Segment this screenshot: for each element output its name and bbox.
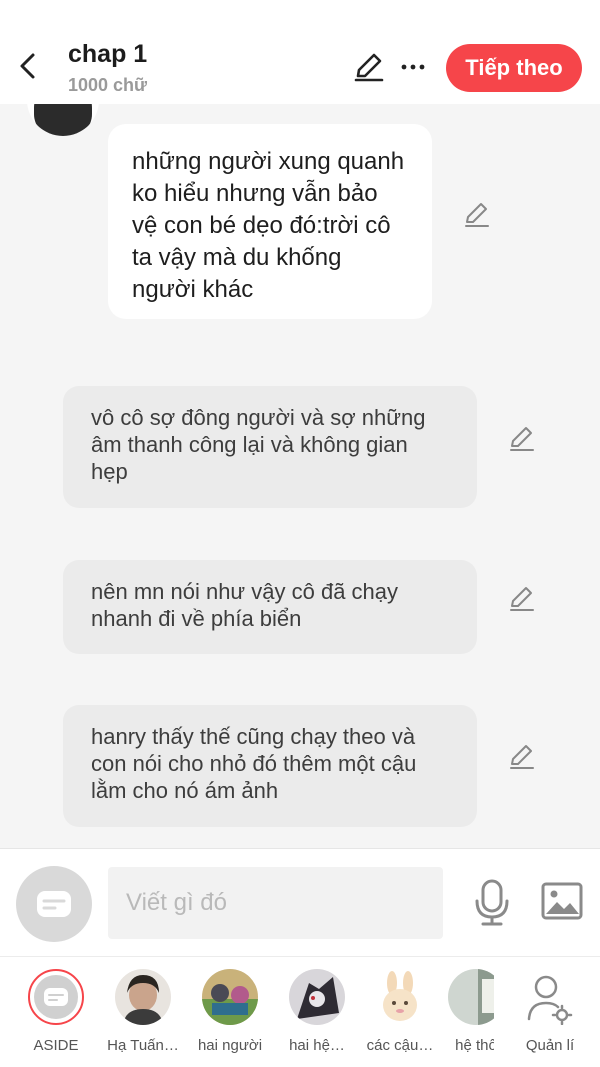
- avatar: [202, 969, 258, 1025]
- character-item[interactable]: hai người: [188, 969, 272, 1059]
- more-horizontal-icon: [401, 64, 425, 70]
- aside-avatar: [28, 969, 84, 1025]
- voice-input-button[interactable]: [470, 879, 514, 927]
- microphone-icon: [475, 879, 509, 926]
- edit-message-button[interactable]: [507, 424, 537, 454]
- pencil-icon: [354, 53, 384, 82]
- image-icon: [541, 882, 583, 920]
- avatar: [289, 969, 345, 1025]
- character-aside[interactable]: ASIDE: [14, 969, 98, 1059]
- avatar: [372, 969, 428, 1025]
- edit-message-button[interactable]: [507, 584, 537, 614]
- word-count: 1000 chữ: [68, 75, 148, 95]
- edit-message-button[interactable]: [462, 200, 492, 230]
- message-input[interactable]: [108, 867, 443, 939]
- chat-area[interactable]: những người xung quanh ko hiểu nhưng vẫn…: [0, 104, 600, 848]
- character-item[interactable]: các cậu…: [358, 969, 442, 1059]
- message-bubble[interactable]: hanry thấy thế cũng chạy theo và con nói…: [63, 705, 477, 827]
- character-name: Hạ Tuấn…: [107, 1037, 179, 1054]
- chat-bubble-icon: [44, 988, 68, 1006]
- more-options-button[interactable]: [398, 52, 428, 82]
- next-chapter-button[interactable]: Tiếp theo: [446, 44, 582, 92]
- character-name: các cậu…: [366, 1037, 434, 1054]
- edit-title-button[interactable]: [352, 50, 386, 84]
- back-button[interactable]: [12, 48, 42, 84]
- message-bubble[interactable]: những người xung quanh ko hiểu nhưng vẫn…: [108, 124, 432, 319]
- user-settings-icon: [527, 975, 573, 1025]
- pencil-icon: [510, 745, 534, 769]
- character-name: hai hệ…: [289, 1037, 345, 1054]
- composer-bar: [0, 848, 600, 956]
- pencil-icon: [510, 587, 534, 611]
- aside-toggle-button[interactable]: [16, 866, 92, 942]
- manage-label: Quản lí: [525, 1037, 575, 1054]
- message-bubble[interactable]: vô cô sợ đông người và sợ những âm thanh…: [63, 386, 477, 508]
- insert-image-button[interactable]: [540, 881, 584, 921]
- character-selector: ASIDE Hạ Tuấn… hai người hai hệ… các cậu…: [0, 956, 600, 1067]
- message-bubble[interactable]: nên mn nói như vậy cô đã chạy nhanh đi v…: [63, 560, 477, 654]
- avatar: [115, 969, 171, 1025]
- character-item[interactable]: hai hệ…: [275, 969, 359, 1059]
- character-item[interactable]: Hạ Tuấn…: [101, 969, 185, 1059]
- scroll-fade: [494, 957, 512, 1067]
- pencil-icon: [510, 427, 534, 451]
- manage-characters-button[interactable]: Quản lí: [512, 969, 588, 1059]
- character-name: ASIDE: [33, 1037, 79, 1054]
- pencil-icon: [465, 203, 489, 227]
- chat-bubble-icon: [37, 891, 71, 917]
- chevron-left-icon: [20, 53, 35, 79]
- person-silhouette-icon: [34, 104, 92, 136]
- chapter-title[interactable]: chap 1: [68, 40, 147, 69]
- character-name: hai người: [197, 1037, 263, 1054]
- narrator-avatar[interactable]: [27, 104, 99, 136]
- edit-message-button[interactable]: [507, 742, 537, 772]
- top-bar: chap 1 1000 chữ Tiếp theo: [0, 0, 600, 104]
